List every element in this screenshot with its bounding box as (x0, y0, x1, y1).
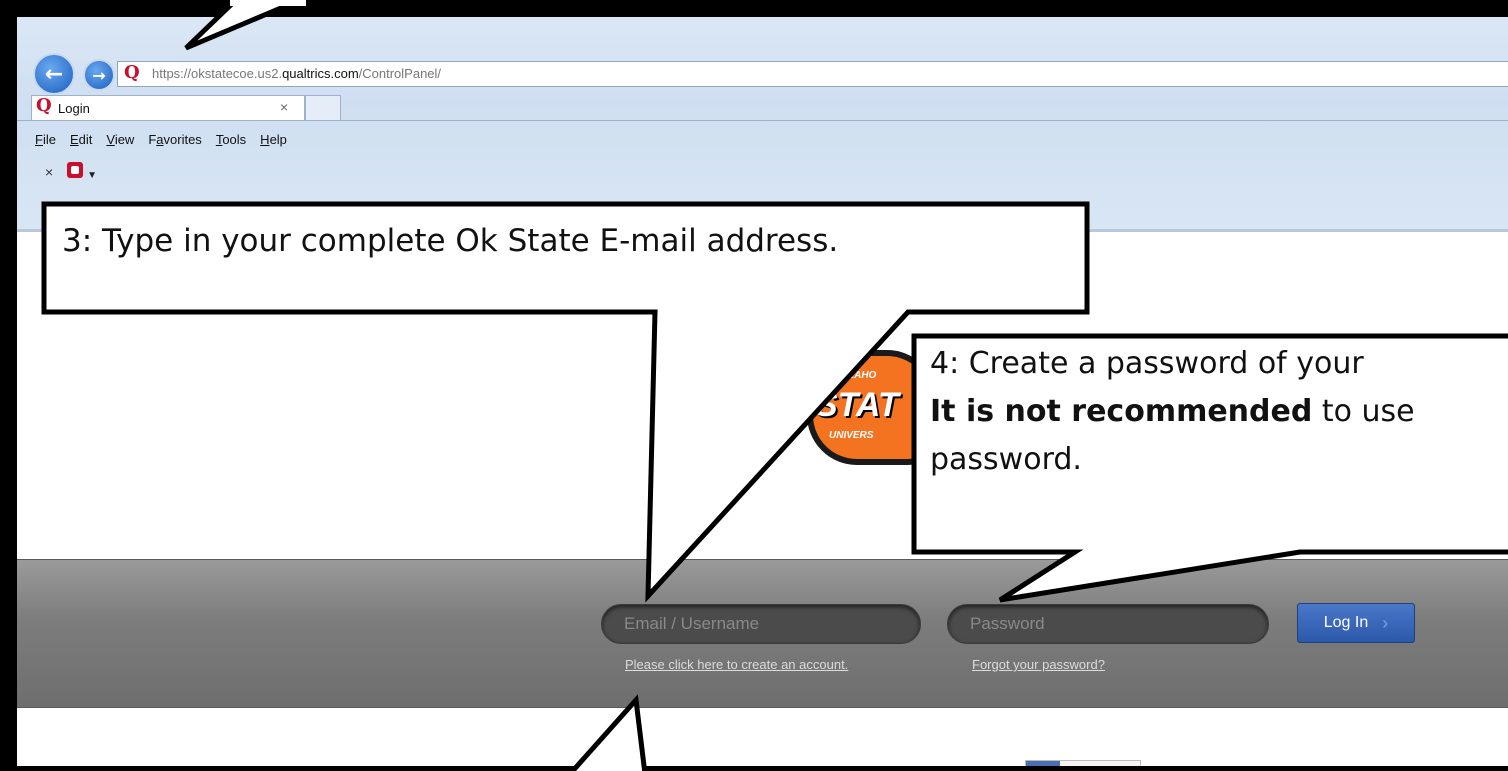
logo-line1: OKLAHO (833, 370, 877, 381)
password-input[interactable] (947, 604, 1269, 644)
osu-logo: OKLAHO STAT UNIVERS (807, 350, 937, 465)
back-button[interactable]: ← (33, 53, 75, 95)
create-account-link[interactable]: Please click here to create an account. (625, 657, 848, 672)
url-prefix: https://okstatecoe.us2. (152, 66, 283, 81)
qualtrics-tab-icon: Q (36, 95, 52, 116)
frame-top-border (0, 0, 1508, 17)
email-input[interactable] (601, 604, 921, 644)
command-bar: × ▼ (45, 162, 97, 181)
new-tab-button[interactable] (305, 95, 341, 120)
logo-line2: STAT (815, 386, 899, 424)
chevron-down-icon: ▼ (87, 170, 97, 181)
chevron-right-icon: › (1382, 612, 1389, 633)
pdf-icon (67, 162, 84, 178)
tab-strip-divider (17, 120, 1508, 121)
menu-favorites[interactable]: Favorites (148, 132, 201, 147)
callout-4-line3: password. (930, 442, 1082, 477)
url-path: /ControlPanel/ (358, 66, 442, 81)
url-text: https://okstatecoe.us2.qualtrics.com/Con… (152, 66, 441, 81)
menu-tools[interactable]: Tools (216, 132, 246, 147)
tab-close-icon[interactable]: × (280, 99, 288, 115)
pdf-tool-button[interactable]: ▼ (67, 162, 97, 181)
back-arrow-icon: ← (44, 61, 64, 87)
callout-4-text: 4: Create a password of your It is not r… (930, 340, 1415, 484)
frame-left-border (0, 0, 17, 771)
callout-4-line2: It is not recommended to use (930, 388, 1415, 436)
tab-login[interactable]: Q Login × (31, 95, 305, 120)
callout-3-text: 3: Type in your complete Ok State E-mail… (62, 223, 839, 259)
menu-bar: File Edit View Favorites Tools Help (35, 132, 287, 147)
url-host: qualtrics.com (282, 66, 359, 81)
logo-line3: UNIVERS (829, 430, 874, 441)
forgot-password-link[interactable]: Forgot your password? (972, 657, 1105, 672)
login-band: Log In › Please click here to create an … (17, 559, 1508, 708)
callout-4-line2-rest: to use (1312, 394, 1415, 429)
close-icon[interactable]: × (45, 164, 53, 180)
login-button[interactable]: Log In › (1297, 603, 1415, 643)
tab-title: Login (58, 101, 90, 116)
menu-view[interactable]: View (106, 132, 134, 147)
forward-button[interactable]: → (83, 59, 115, 91)
callout-4-line1: 4: Create a password of your (930, 346, 1364, 381)
forward-arrow-icon: → (92, 65, 106, 85)
browser-chrome: ← → Q https://okstatecoe.us2.qualtrics.c… (17, 17, 1508, 232)
frame-bottom-border (0, 766, 1508, 771)
page-content: OKLAHO STAT UNIVERS Log In › Please clic… (17, 232, 1508, 767)
menu-file[interactable]: File (35, 132, 56, 147)
menu-help[interactable]: Help (260, 132, 287, 147)
menu-edit[interactable]: Edit (70, 132, 92, 147)
address-bar[interactable]: Q https://okstatecoe.us2.qualtrics.com/C… (117, 61, 1508, 87)
qualtrics-favicon-icon: Q (124, 62, 140, 83)
callout-4-emphasis: It is not recommended (930, 394, 1313, 429)
login-button-label: Log In (1323, 614, 1369, 631)
